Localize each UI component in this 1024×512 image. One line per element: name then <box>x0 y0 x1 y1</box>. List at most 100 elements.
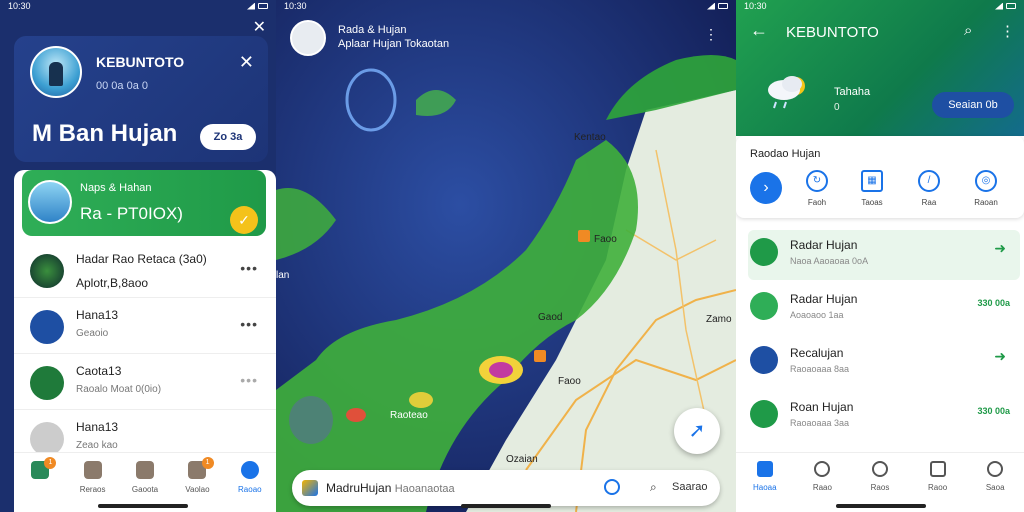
bottom-nav: 1 Reraos Gaoota 1 Vaolao Raoao <box>14 452 276 512</box>
rain-cell-heavy <box>346 408 366 422</box>
quick-action[interactable]: ◎ Raoan <box>961 170 1011 207</box>
list-item[interactable]: Hadar Rao Retaca (3a0) Aplotr,B,8aoo ••• <box>14 242 276 298</box>
map-label: Gaod <box>538 312 563 323</box>
more-icon[interactable]: ••• <box>240 372 258 388</box>
list-item-subtitle: Aoaoaoo 1aa <box>790 310 844 320</box>
list-item[interactable]: Recalujan Raoaoaaa 8aa ➜ <box>748 338 1020 388</box>
map-label: Raoteao <box>390 410 428 421</box>
close-icon[interactable]: ✕ <box>253 17 266 37</box>
location-icon <box>750 346 778 374</box>
nav-profile[interactable]: Raoao <box>224 453 276 512</box>
map-label: Zamo <box>706 314 732 325</box>
arrow-icon[interactable]: ➜ <box>994 240 1006 257</box>
location-icon <box>30 310 64 344</box>
app-avatar[interactable] <box>290 20 326 56</box>
featured-card[interactable]: Naps & Hahan Ra - PT0IOX) ✓ <box>22 170 266 236</box>
right-phone-screen: 10:30 ← KEBUNTOTO ⌕ ⋮ Tahaha 0 Seaian 0b… <box>736 0 1024 512</box>
arrow-icon[interactable]: ➜ <box>994 348 1006 365</box>
list-item-value: 330 00a <box>977 406 1010 416</box>
list-item-subtitle: Naoa Aaoaoaa 0oA <box>790 256 869 266</box>
list-item[interactable]: Radar Hujan Aoaoaoo 1aa 330 00a <box>748 284 1020 334</box>
grid-icon <box>83 461 102 479</box>
weather-label: Tahaha <box>834 86 871 98</box>
status-time: 10:30 <box>8 1 31 11</box>
nav-label: Reraos <box>79 485 106 494</box>
storm-ring <box>289 396 333 444</box>
more-icon[interactable]: ⋮ <box>704 26 718 43</box>
radar-map[interactable] <box>276 0 736 512</box>
search-icon[interactable]: ⌕ <box>964 22 972 39</box>
profile-headline: M Ban Hujan <box>32 120 178 147</box>
profile-icon <box>240 461 259 479</box>
radar-icon <box>871 461 888 477</box>
list-item[interactable]: Radar Hujan Naoa Aaoaoaa 0oA ➜ <box>748 230 1020 280</box>
status-icons <box>995 2 1016 10</box>
home-indicator <box>98 504 188 508</box>
box-icon <box>30 422 64 456</box>
more-icon[interactable]: ⋮ <box>1000 22 1015 40</box>
nav-label: Saoa <box>985 483 1005 492</box>
route-marker-icon <box>534 350 546 362</box>
target-icon: ◎ <box>975 170 997 192</box>
back-arrow-icon[interactable]: ← <box>750 20 768 41</box>
battery-icon <box>258 3 268 9</box>
featured-subtitle: Ra - PT0IOX) <box>80 204 183 223</box>
status-time: 10:30 <box>744 1 767 11</box>
quick-action[interactable]: ▦ Taoas <box>847 170 897 207</box>
nav-profile[interactable]: Saoa <box>966 453 1024 512</box>
map-icon <box>929 461 946 477</box>
search-icon[interactable]: ⌕ <box>650 480 657 495</box>
list-item-subtitle: Raoalo Moat 0(0io) <box>76 384 162 395</box>
list-item-title: Hana13 <box>76 308 119 322</box>
nav-label: Haoaa <box>753 483 777 492</box>
map-search-bar[interactable]: MadruHujan Haoanaotaa ⌕ Saarao <box>292 470 720 506</box>
home-indicator <box>836 504 926 508</box>
featured-thumbnail <box>28 180 72 224</box>
status-bar: 10:30 <box>736 0 1024 12</box>
weather-subtitle: 0 <box>834 102 840 113</box>
list-item-title: Hana13 <box>76 420 119 434</box>
map-icon <box>30 366 64 400</box>
calendar-icon <box>750 400 778 428</box>
quick-action[interactable]: / Raa <box>904 170 954 207</box>
radar-icon <box>750 238 778 266</box>
map-title: Rada & Hujan <box>338 24 407 36</box>
navigate-button[interactable]: ➚ <box>674 408 720 454</box>
list-item-title: Caota13 <box>76 364 122 378</box>
more-icon[interactable]: ••• <box>240 316 258 332</box>
map-label: Faoo <box>594 234 617 245</box>
list-item[interactable]: Hana13 Geaoio ••• <box>14 298 276 354</box>
list-item-subtitle: Geaoio <box>76 328 109 339</box>
header-action-button[interactable]: Seaian 0b <box>932 92 1014 118</box>
search-app-label: MadruHujan Haoanaotaa <box>326 481 455 495</box>
bell-icon <box>136 461 155 479</box>
list-item-title: Roan Hujan <box>790 400 854 414</box>
star-badge-icon[interactable]: ✓ <box>230 206 258 234</box>
search-label[interactable]: Saarao <box>672 481 707 493</box>
map-label: Kentao <box>574 132 606 143</box>
list-item-subtitle: Zeao kao <box>76 440 118 451</box>
featured-title: Naps & Hahan <box>80 182 152 194</box>
nav-home[interactable]: 1 <box>14 453 66 512</box>
more-icon[interactable]: ••• <box>240 260 258 276</box>
navigate-icon: ➚ <box>688 420 706 442</box>
list-item[interactable]: Roan Hujan Raoaoaaa 3aa 330 00a <box>748 392 1020 442</box>
profile-close-icon[interactable]: ✕ <box>239 52 254 73</box>
status-icons <box>707 2 728 10</box>
calendar-icon: ▦ <box>861 170 883 192</box>
signal-icon <box>995 2 1003 10</box>
list-item-subtitle: Raoaoaaa 8aa <box>790 364 850 374</box>
play-button[interactable]: › <box>750 172 782 204</box>
location-icon[interactable] <box>604 479 620 495</box>
profile-action-button[interactable]: Zo 3a <box>200 124 256 150</box>
quick-actions-title: Raodao Hujan <box>750 148 821 160</box>
list-item[interactable]: Caota13 Raoalo Moat 0(0io) ••• <box>14 354 276 410</box>
badge: 1 <box>44 457 57 469</box>
nav-home[interactable]: Haoaa <box>736 453 794 512</box>
nav-label: Raao <box>812 483 832 492</box>
radar-icon <box>30 254 64 288</box>
battery-icon <box>1006 3 1016 9</box>
quick-action[interactable]: ↻ Faoh <box>792 170 842 207</box>
profile-name: KEBUNTOTO <box>96 54 185 70</box>
list-item-title: Recalujan <box>790 346 844 360</box>
